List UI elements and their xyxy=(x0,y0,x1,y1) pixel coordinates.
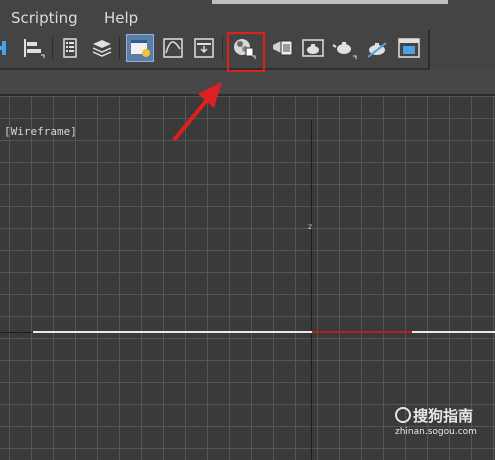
select-link-icon[interactable] xyxy=(0,35,14,61)
scene-explorer-icon[interactable] xyxy=(126,34,154,62)
toolbar-separator xyxy=(222,36,223,60)
align-icon[interactable] xyxy=(20,35,46,61)
schematic-view-icon[interactable] xyxy=(191,35,217,61)
layer-manager-icon[interactable] xyxy=(57,35,83,61)
sogou-logo-icon xyxy=(395,407,411,423)
layer-explorer-icon[interactable] xyxy=(89,35,115,61)
toolbar-edge xyxy=(428,30,430,68)
toolbar-separator xyxy=(119,36,120,60)
render-to-texture-icon[interactable] xyxy=(396,35,422,61)
x-axis-line xyxy=(312,331,412,333)
render-iterative-icon[interactable] xyxy=(364,35,390,61)
z-axis-label: z xyxy=(308,222,313,231)
watermark-brand: 搜狗指南 xyxy=(413,407,474,425)
pointer-arrow-icon xyxy=(172,82,222,142)
menu-scripting[interactable]: Scripting xyxy=(11,9,78,27)
render-setup-icon[interactable] xyxy=(270,35,296,61)
watermark: 搜狗指南 zhinan.sogou.com xyxy=(395,405,491,439)
menu-help[interactable]: Help xyxy=(104,9,138,27)
menu-bar: Scripting Help xyxy=(0,4,495,30)
watermark-url: zhinan.sogou.com xyxy=(395,427,477,437)
ribbon-panel xyxy=(0,70,495,94)
ground-line xyxy=(33,331,495,333)
toolbar-separator xyxy=(52,36,53,60)
curve-editor-icon[interactable] xyxy=(160,35,186,61)
render-production-icon[interactable] xyxy=(332,35,358,61)
highlight-box xyxy=(227,32,265,72)
rendered-frame-window-icon[interactable] xyxy=(300,35,326,61)
z-axis-line xyxy=(311,120,312,460)
viewport-label[interactable]: [Wireframe] xyxy=(4,125,77,138)
